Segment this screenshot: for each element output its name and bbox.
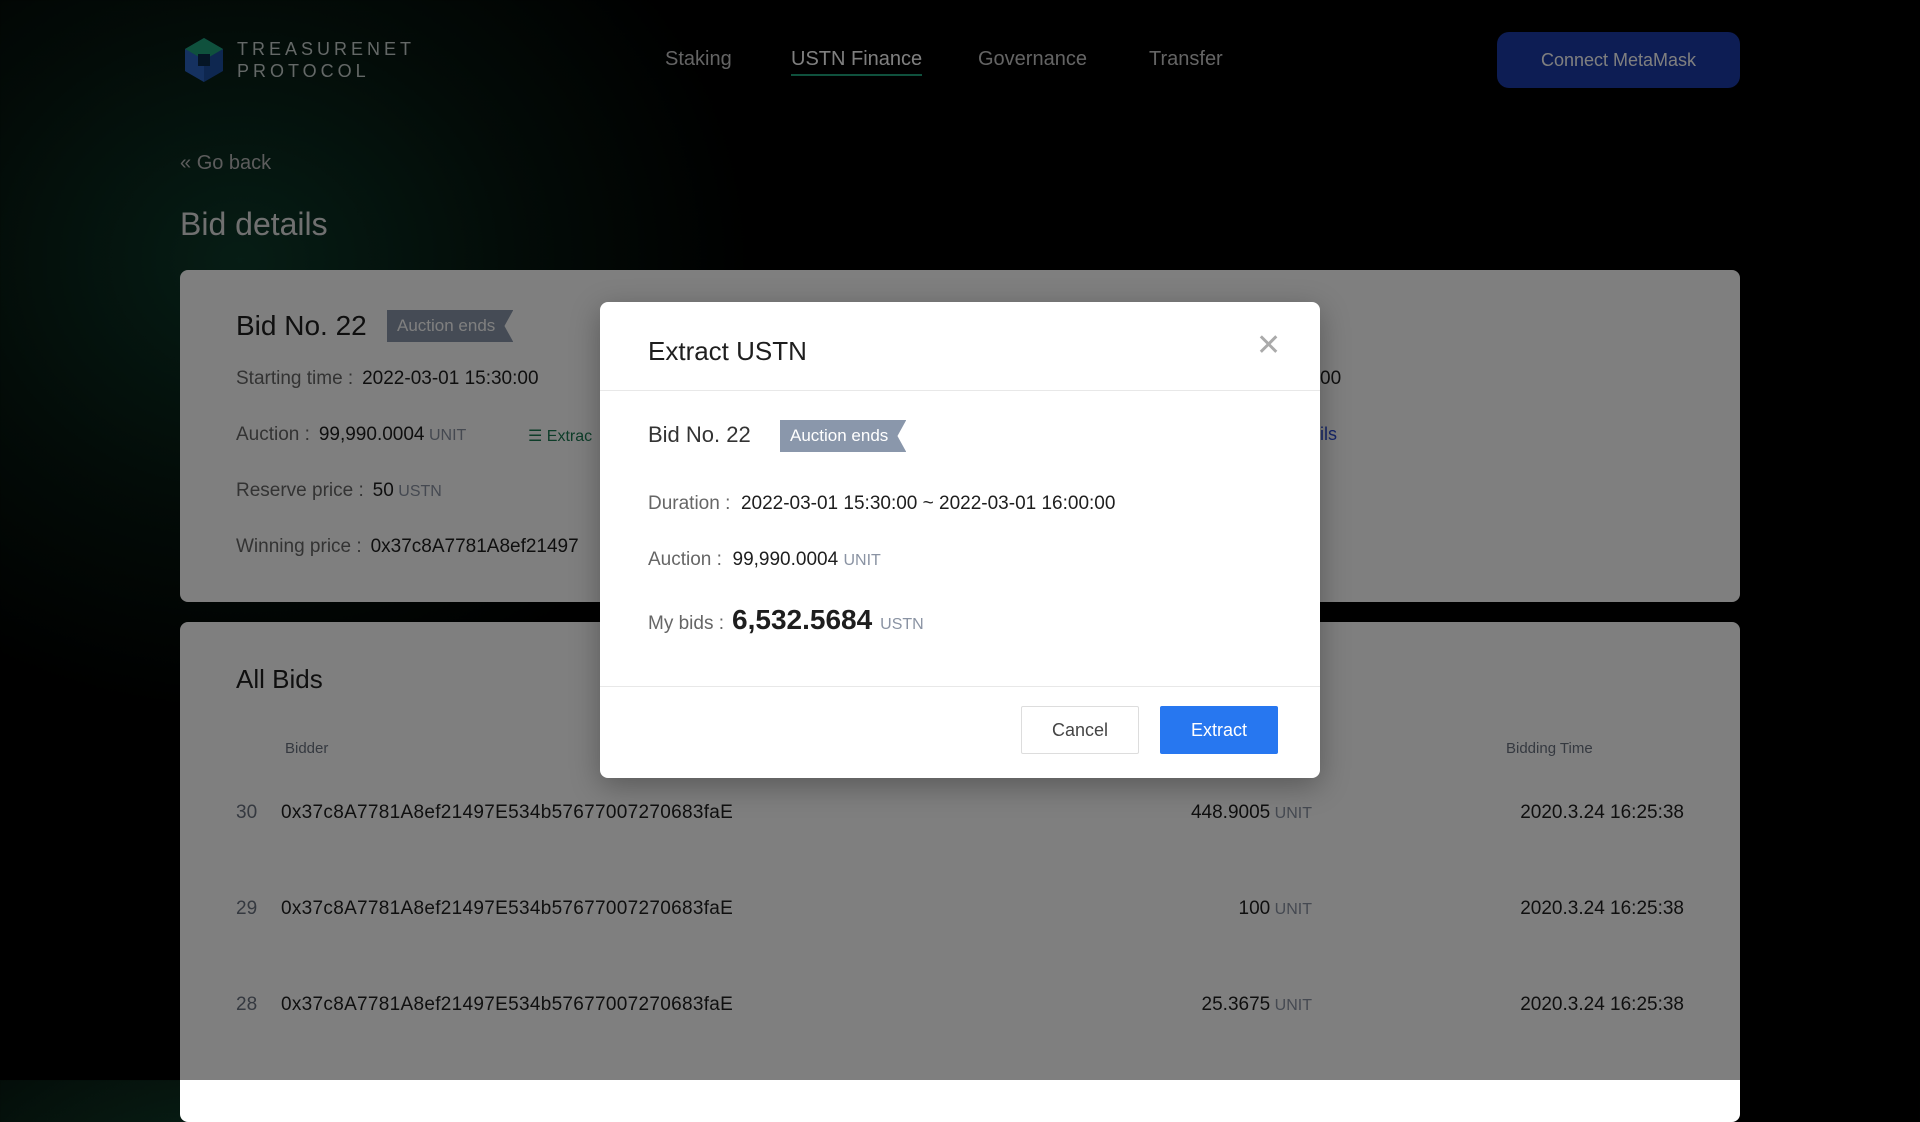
modal-auction-unit: UNIT bbox=[843, 552, 881, 569]
my-bids-label: My bids : bbox=[648, 613, 725, 634]
modal-status-badge: Auction ends bbox=[780, 420, 907, 452]
close-icon[interactable]: ✕ bbox=[1256, 330, 1281, 362]
divider bbox=[600, 686, 1320, 687]
duration-value: 2022-03-01 15:30:00 ~ 2022-03-01 16:00:0… bbox=[740, 493, 1116, 514]
extract-modal: Extract USTN ✕ Bid No. 22 Auction ends D… bbox=[600, 302, 1320, 778]
modal-bid-title: Bid No. 22 bbox=[648, 422, 751, 447]
my-bids-value: 6,532.5684 bbox=[732, 604, 873, 635]
my-bids-unit: USTN bbox=[880, 616, 924, 633]
modal-title: Extract USTN bbox=[648, 336, 807, 366]
divider bbox=[600, 390, 1320, 391]
modal-auction-label: Auction : bbox=[648, 549, 722, 570]
cancel-button[interactable]: Cancel bbox=[1021, 706, 1139, 754]
modal-auction-value: 99,990.0004 bbox=[732, 549, 839, 570]
extract-button[interactable]: Extract bbox=[1160, 706, 1278, 754]
duration-label: Duration : bbox=[648, 493, 731, 514]
